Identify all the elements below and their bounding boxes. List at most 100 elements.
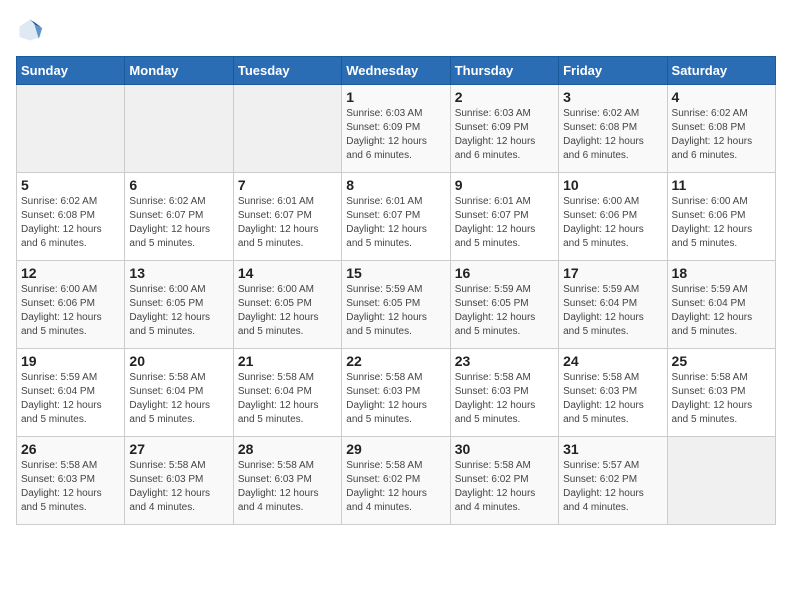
day-of-week-header: Monday (125, 57, 233, 85)
calendar-cell: 6 Sunrise: 6:02 AM Sunset: 6:07 PM Daylig… (125, 173, 233, 261)
day-number: 21 (238, 353, 337, 369)
calendar-cell: 23 Sunrise: 5:58 AM Sunset: 6:03 PM Dayli… (450, 349, 558, 437)
calendar-cell: 5 Sunrise: 6:02 AM Sunset: 6:08 PM Daylig… (17, 173, 125, 261)
day-info: Sunrise: 5:59 AM Sunset: 6:04 PM Dayligh… (563, 283, 662, 339)
day-number: 25 (672, 353, 771, 369)
day-number: 3 (563, 89, 662, 105)
day-info: Sunrise: 5:59 AM Sunset: 6:04 PM Dayligh… (21, 371, 120, 427)
day-number: 11 (672, 177, 771, 193)
day-info: Sunrise: 6:03 AM Sunset: 6:09 PM Dayligh… (455, 107, 554, 163)
day-info: Sunrise: 5:58 AM Sunset: 6:03 PM Dayligh… (238, 459, 337, 515)
day-number: 7 (238, 177, 337, 193)
day-number: 1 (346, 89, 445, 105)
day-info: Sunrise: 5:58 AM Sunset: 6:04 PM Dayligh… (129, 371, 228, 427)
day-info: Sunrise: 6:00 AM Sunset: 6:05 PM Dayligh… (238, 283, 337, 339)
day-info: Sunrise: 6:03 AM Sunset: 6:09 PM Dayligh… (346, 107, 445, 163)
day-number: 28 (238, 441, 337, 457)
day-number: 2 (455, 89, 554, 105)
day-of-week-header: Wednesday (342, 57, 450, 85)
day-info: Sunrise: 6:00 AM Sunset: 6:05 PM Dayligh… (129, 283, 228, 339)
calendar-week-row: 26Sunrise: 5:58 AM Sunset: 6:03 PM Dayli… (17, 437, 776, 525)
day-info: Sunrise: 5:58 AM Sunset: 6:03 PM Dayligh… (21, 459, 120, 515)
day-of-week-header: Saturday (667, 57, 775, 85)
calendar-cell (125, 85, 233, 173)
day-number: 15 (346, 265, 445, 281)
calendar-cell: 24 Sunrise: 5:58 AM Sunset: 6:03 PM Dayli… (559, 349, 667, 437)
day-of-week-header: Friday (559, 57, 667, 85)
day-info: Sunrise: 5:59 AM Sunset: 6:05 PM Dayligh… (455, 283, 554, 339)
calendar-cell: 10 Sunrise: 6:00 AM Sunset: 6:06 PM Dayli… (559, 173, 667, 261)
day-info: Sunrise: 6:02 AM Sunset: 6:08 PM Dayligh… (672, 107, 771, 163)
day-number: 18 (672, 265, 771, 281)
calendar-cell: 17 Sunrise: 5:59 AM Sunset: 6:04 PM Dayli… (559, 261, 667, 349)
day-of-week-header: Thursday (450, 57, 558, 85)
day-info: Sunrise: 5:58 AM Sunset: 6:03 PM Dayligh… (455, 371, 554, 427)
day-number: 22 (346, 353, 445, 369)
calendar-cell: 4Sunrise: 6:02 AM Sunset: 6:08 PM Daylig… (667, 85, 775, 173)
day-number: 9 (455, 177, 554, 193)
day-info: Sunrise: 5:58 AM Sunset: 6:03 PM Dayligh… (563, 371, 662, 427)
calendar-cell: 3 Sunrise: 6:02 AM Sunset: 6:08 PM Daylig… (559, 85, 667, 173)
day-of-week-header: Tuesday (233, 57, 341, 85)
day-number: 5 (21, 177, 120, 193)
calendar-week-row: 1 Sunrise: 6:03 AM Sunset: 6:09 PM Daylig… (17, 85, 776, 173)
day-info: Sunrise: 6:01 AM Sunset: 6:07 PM Dayligh… (455, 195, 554, 251)
calendar-cell: 9 Sunrise: 6:01 AM Sunset: 6:07 PM Daylig… (450, 173, 558, 261)
calendar-cell: 7 Sunrise: 6:01 AM Sunset: 6:07 PM Daylig… (233, 173, 341, 261)
day-number: 31 (563, 441, 662, 457)
calendar-cell: 21 Sunrise: 5:58 AM Sunset: 6:04 PM Dayli… (233, 349, 341, 437)
calendar-cell: 27 Sunrise: 5:58 AM Sunset: 6:03 PM Dayli… (125, 437, 233, 525)
day-number: 19 (21, 353, 120, 369)
day-info: Sunrise: 5:58 AM Sunset: 6:03 PM Dayligh… (129, 459, 228, 515)
day-info: Sunrise: 5:58 AM Sunset: 6:03 PM Dayligh… (346, 371, 445, 427)
calendar-cell: 25Sunrise: 5:58 AM Sunset: 6:03 PM Dayli… (667, 349, 775, 437)
calendar-cell: 16 Sunrise: 5:59 AM Sunset: 6:05 PM Dayli… (450, 261, 558, 349)
day-info: Sunrise: 5:58 AM Sunset: 6:02 PM Dayligh… (455, 459, 554, 515)
calendar-cell: 1 Sunrise: 6:03 AM Sunset: 6:09 PM Daylig… (342, 85, 450, 173)
day-number: 24 (563, 353, 662, 369)
calendar-cell: 18 Sunrise: 5:59 AM Sunset: 6:04 PM Dayli… (667, 261, 775, 349)
day-number: 12 (21, 265, 120, 281)
calendar: SundayMondayTuesdayWednesdayThursdayFrid… (16, 56, 776, 525)
logo (16, 16, 48, 44)
logo-icon (16, 16, 44, 44)
day-info: Sunrise: 6:02 AM Sunset: 6:08 PM Dayligh… (563, 107, 662, 163)
calendar-cell (17, 85, 125, 173)
day-info: Sunrise: 5:58 AM Sunset: 6:02 PM Dayligh… (346, 459, 445, 515)
day-info: Sunrise: 6:02 AM Sunset: 6:07 PM Dayligh… (129, 195, 228, 251)
calendar-cell: 14 Sunrise: 6:00 AM Sunset: 6:05 PM Dayli… (233, 261, 341, 349)
day-number: 17 (563, 265, 662, 281)
calendar-cell: 26Sunrise: 5:58 AM Sunset: 6:03 PM Dayli… (17, 437, 125, 525)
calendar-week-row: 5 Sunrise: 6:02 AM Sunset: 6:08 PM Daylig… (17, 173, 776, 261)
day-info: Sunrise: 6:00 AM Sunset: 6:06 PM Dayligh… (672, 195, 771, 251)
day-number: 16 (455, 265, 554, 281)
page-header (16, 16, 776, 44)
day-info: Sunrise: 5:59 AM Sunset: 6:05 PM Dayligh… (346, 283, 445, 339)
day-info: Sunrise: 5:57 AM Sunset: 6:02 PM Dayligh… (563, 459, 662, 515)
day-info: Sunrise: 6:00 AM Sunset: 6:06 PM Dayligh… (563, 195, 662, 251)
calendar-cell: 20 Sunrise: 5:58 AM Sunset: 6:04 PM Dayli… (125, 349, 233, 437)
day-number: 10 (563, 177, 662, 193)
calendar-cell: 29 Sunrise: 5:58 AM Sunset: 6:02 PM Dayli… (342, 437, 450, 525)
day-number: 30 (455, 441, 554, 457)
day-number: 20 (129, 353, 228, 369)
calendar-cell (233, 85, 341, 173)
day-info: Sunrise: 5:58 AM Sunset: 6:04 PM Dayligh… (238, 371, 337, 427)
day-number: 29 (346, 441, 445, 457)
day-info: Sunrise: 5:59 AM Sunset: 6:04 PM Dayligh… (672, 283, 771, 339)
day-info: Sunrise: 6:02 AM Sunset: 6:08 PM Dayligh… (21, 195, 120, 251)
day-number: 6 (129, 177, 228, 193)
calendar-cell (667, 437, 775, 525)
day-number: 13 (129, 265, 228, 281)
day-of-week-header: Sunday (17, 57, 125, 85)
calendar-cell: 31 Sunrise: 5:57 AM Sunset: 6:02 PM Dayli… (559, 437, 667, 525)
day-number: 27 (129, 441, 228, 457)
calendar-cell: 19 Sunrise: 5:59 AM Sunset: 6:04 PM Dayli… (17, 349, 125, 437)
calendar-cell: 2 Sunrise: 6:03 AM Sunset: 6:09 PM Daylig… (450, 85, 558, 173)
calendar-cell: 13 Sunrise: 6:00 AM Sunset: 6:05 PM Dayli… (125, 261, 233, 349)
day-number: 14 (238, 265, 337, 281)
day-number: 8 (346, 177, 445, 193)
calendar-cell: 15 Sunrise: 5:59 AM Sunset: 6:05 PM Dayli… (342, 261, 450, 349)
day-info: Sunrise: 6:01 AM Sunset: 6:07 PM Dayligh… (238, 195, 337, 251)
day-number: 23 (455, 353, 554, 369)
